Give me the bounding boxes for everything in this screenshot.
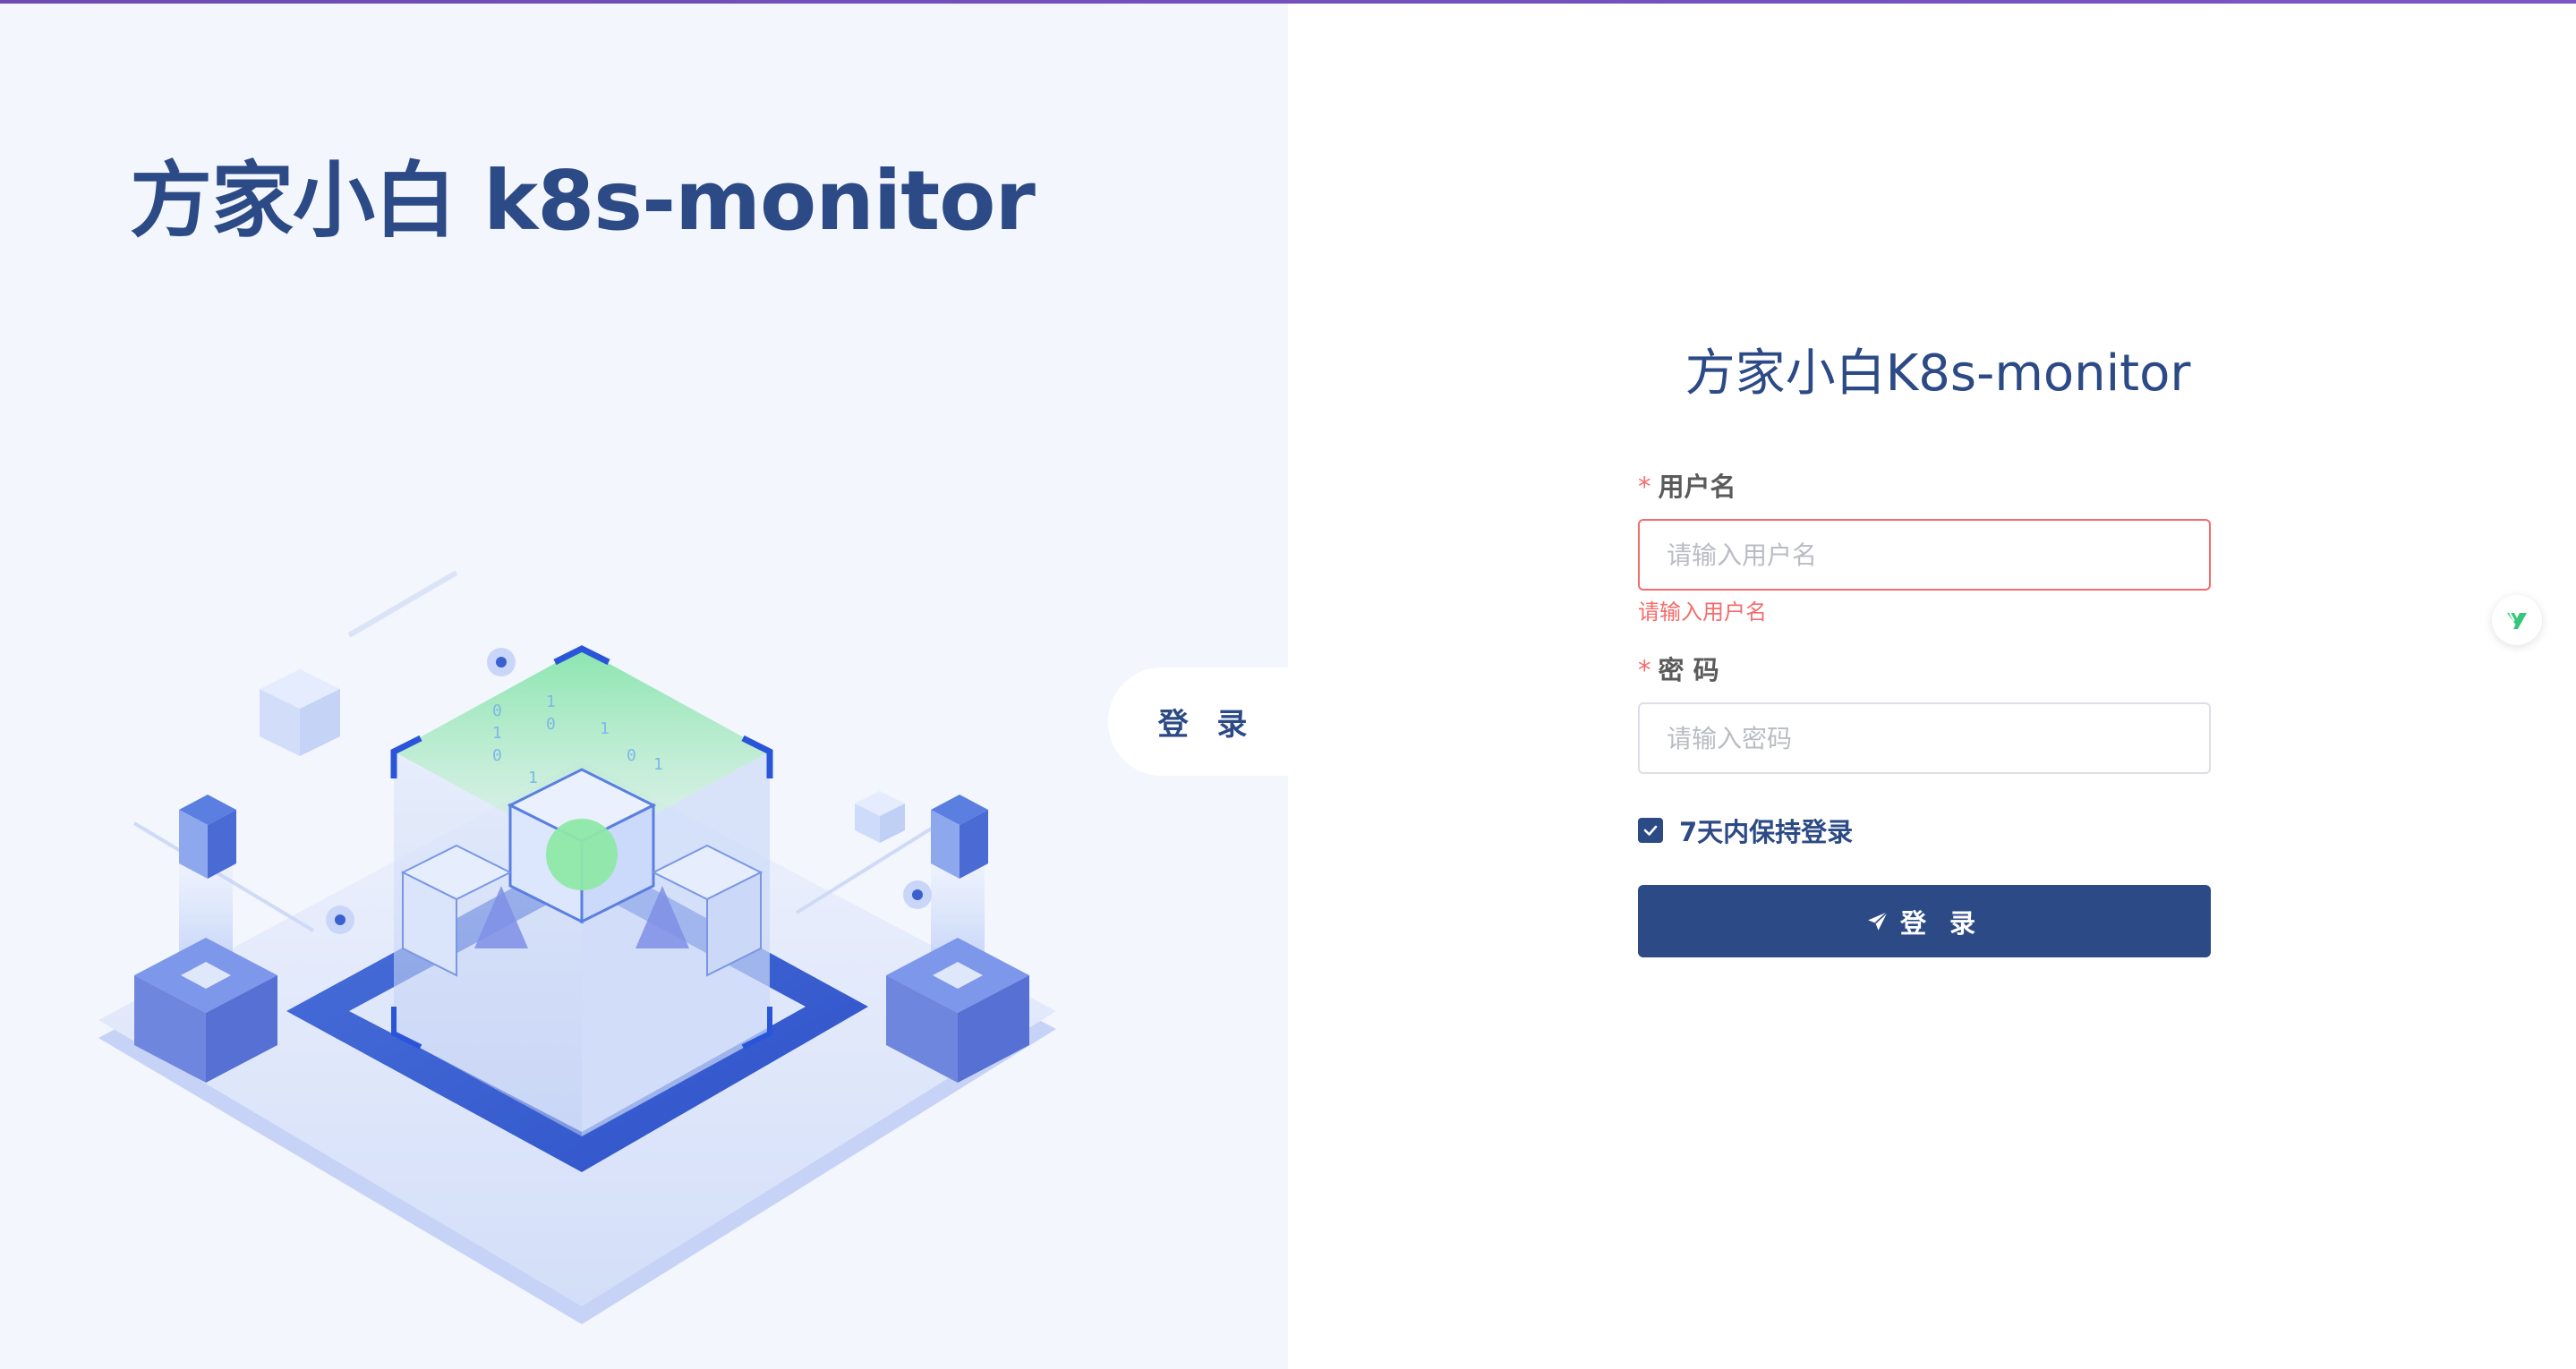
server-cube-illustration: 010 10 1 0 11 — [98, 570, 1056, 1324]
check-icon — [1643, 825, 1658, 836]
svg-text:0: 0 — [492, 746, 502, 765]
remember-me-label: 7天内保持登录 — [1679, 817, 1854, 847]
username-label: * 用户名 — [1638, 466, 1736, 504]
username-required-mark: * — [1638, 472, 1651, 502]
login-button-label: 登 录 — [1899, 907, 1983, 939]
svg-text:1: 1 — [653, 755, 663, 774]
remember-me-checkbox[interactable] — [1638, 818, 1663, 843]
login-panel — [1288, 4, 2576, 1369]
password-label-text: 密 码 — [1658, 655, 1719, 685]
svg-text:0: 0 — [627, 746, 636, 765]
svg-text:0: 0 — [492, 702, 502, 720]
svg-text:1: 1 — [546, 693, 556, 711]
svg-text:1: 1 — [528, 769, 538, 787]
password-label: * 密 码 — [1638, 650, 1719, 687]
username-input[interactable] — [1638, 519, 2211, 591]
svg-text:1: 1 — [600, 719, 610, 738]
assistant-badge[interactable] — [2492, 595, 2542, 645]
svg-text:0: 0 — [546, 715, 556, 734]
remember-me-option[interactable]: 7天内保持登录 — [1638, 815, 1854, 847]
login-mode-tab-label: 登 录 — [1157, 707, 1257, 743]
username-label-text: 用户名 — [1658, 472, 1736, 502]
login-button[interactable]: 登 录 — [1638, 885, 2211, 957]
brand-title: 方家小白 k8s-monitor — [130, 153, 1036, 249]
form-title: 方家小白K8s-monitor — [1685, 344, 2191, 403]
username-error-message: 请输入用户名 — [1638, 599, 1767, 625]
login-mode-tab[interactable]: 登 录 — [1108, 667, 1288, 776]
svg-text:1: 1 — [492, 724, 502, 743]
send-icon — [1868, 911, 1889, 931]
assistant-badge-icon — [2507, 612, 2527, 629]
password-required-mark: * — [1638, 655, 1651, 685]
password-input[interactable] — [1638, 702, 2211, 774]
